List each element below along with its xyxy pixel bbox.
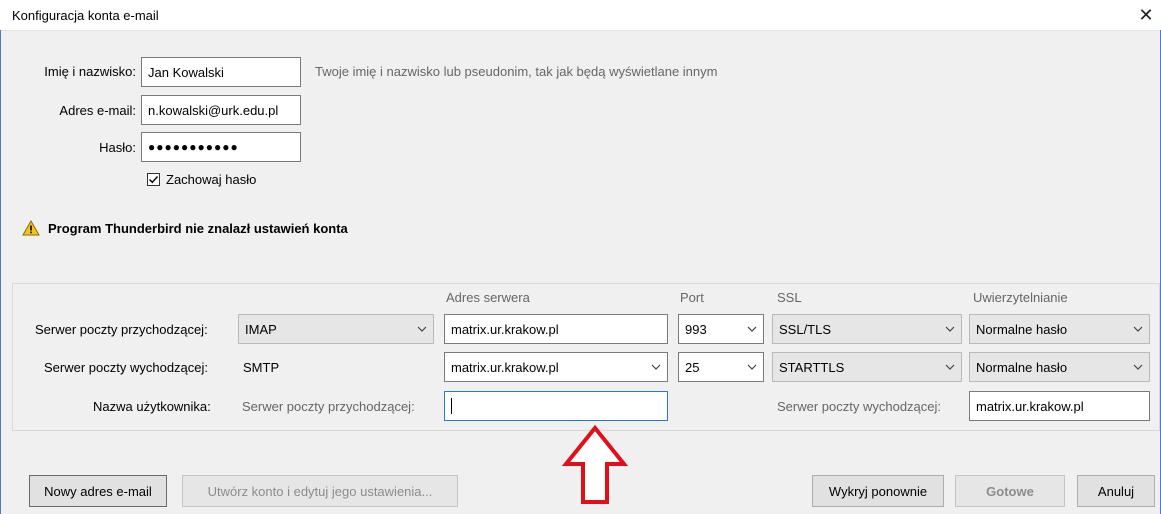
- chevron-down-icon: [945, 326, 955, 332]
- check-icon: [149, 176, 159, 184]
- cancel-button[interactable]: Anuluj: [1077, 475, 1155, 507]
- header-auth: Uwierzytelnianie: [973, 290, 1068, 305]
- text-caret: [451, 398, 452, 414]
- chevron-down-icon: [1133, 326, 1143, 332]
- incoming-ssl-value: SSL/TLS: [779, 321, 832, 337]
- incoming-auth-value: Normalne hasło: [976, 321, 1068, 337]
- window-title: Konfiguracja konta e-mail: [12, 8, 159, 23]
- dialog-border-left: [0, 30, 1, 514]
- username-outgoing-input[interactable]: matrix.ur.krakow.pl: [969, 391, 1150, 421]
- warning-text: Program Thunderbird nie znalazł ustawień…: [48, 220, 348, 236]
- incoming-address-input[interactable]: matrix.ur.krakow.pl: [444, 314, 668, 344]
- outgoing-ssl-select[interactable]: STARTTLS: [772, 352, 962, 382]
- remember-password-checkbox[interactable]: Zachowaj hasło: [147, 172, 256, 187]
- checkbox-box[interactable]: [147, 173, 160, 186]
- incoming-server-label: Serwer poczty przychodzącej:: [35, 322, 208, 337]
- username-label: Nazwa użytkownika:: [93, 399, 211, 414]
- up-arrow-icon: [561, 424, 629, 504]
- chevron-down-icon: [417, 326, 427, 332]
- username-incoming-input[interactable]: [444, 391, 668, 421]
- chevron-down-icon: [651, 364, 661, 370]
- username-incoming-label: Serwer poczty przychodzącej:: [242, 399, 415, 414]
- email-label: Adres e-mail:: [59, 103, 136, 118]
- name-label: Imię i nazwisko:: [44, 64, 136, 79]
- incoming-port-value: 993: [685, 321, 707, 337]
- name-input[interactable]: Jan Kowalski: [141, 57, 301, 87]
- outgoing-protocol: SMTP: [243, 360, 280, 375]
- chevron-down-icon: [747, 326, 757, 332]
- chevron-down-icon: [1133, 364, 1143, 370]
- header-ssl: SSL: [777, 290, 802, 305]
- incoming-protocol-value: IMAP: [245, 321, 277, 337]
- outgoing-port-select[interactable]: 25: [678, 352, 764, 382]
- new-email-button[interactable]: Nowy adres e-mail: [29, 475, 167, 507]
- warning-message: Program Thunderbird nie znalazł ustawień…: [22, 220, 348, 236]
- incoming-ssl-select[interactable]: SSL/TLS: [772, 314, 962, 344]
- incoming-protocol-select[interactable]: IMAP: [238, 314, 434, 344]
- outgoing-auth-value: Normalne hasło: [976, 359, 1068, 375]
- remember-password-label: Zachowaj hasło: [166, 172, 257, 187]
- warning-icon: [22, 220, 40, 236]
- email-input[interactable]: n.kowalski@urk.edu.pl: [141, 95, 301, 125]
- chevron-down-icon: [747, 364, 757, 370]
- incoming-port-select[interactable]: 993: [678, 314, 764, 344]
- close-icon[interactable]: ✕: [1131, 0, 1161, 30]
- outgoing-address-select[interactable]: matrix.ur.krakow.pl: [444, 352, 668, 382]
- username-outgoing-label: Serwer poczty wychodzącej:: [777, 399, 942, 414]
- outgoing-server-label: Serwer poczty wychodzącej:: [44, 360, 209, 375]
- done-button[interactable]: Gotowe: [955, 475, 1065, 507]
- incoming-auth-select[interactable]: Normalne hasło: [969, 314, 1150, 344]
- outgoing-port-value: 25: [685, 359, 700, 375]
- name-hint: Twoje imię i nazwisko lub pseudonim, tak…: [315, 64, 718, 79]
- create-and-edit-button[interactable]: Utwórz konto i edytuj jego ustawienia...: [182, 475, 458, 507]
- redetect-button[interactable]: Wykryj ponownie: [812, 475, 944, 507]
- header-port: Port: [680, 290, 704, 305]
- outgoing-auth-select[interactable]: Normalne hasło: [969, 352, 1150, 382]
- password-label: Hasło:: [99, 140, 136, 155]
- outgoing-address-value: matrix.ur.krakow.pl: [451, 359, 559, 375]
- password-input[interactable]: ●●●●●●●●●●●: [141, 132, 301, 162]
- chevron-down-icon: [945, 364, 955, 370]
- outgoing-ssl-value: STARTTLS: [779, 359, 845, 375]
- header-address: Adres serwera: [446, 290, 530, 305]
- title-bar: Konfiguracja konta e-mail ✕: [0, 0, 1161, 31]
